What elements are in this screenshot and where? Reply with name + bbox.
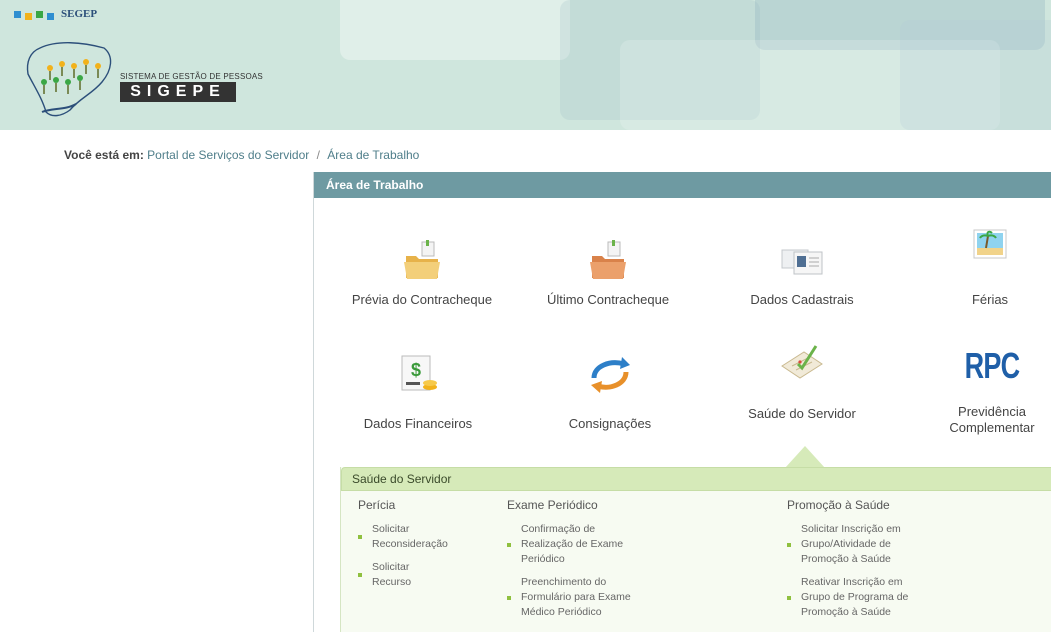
tile-label: Previdência xyxy=(958,404,1026,419)
breadcrumb-link-area[interactable]: Área de Trabalho xyxy=(327,148,419,162)
item-line: Médico Periódico xyxy=(521,606,602,618)
item-line: Solicitar xyxy=(372,561,410,573)
logo-square-icon xyxy=(36,10,43,18)
item-line: Reativar Inscrição em xyxy=(801,576,903,588)
rpc-icon: RPC xyxy=(964,345,1021,386)
breadcrumb-separator: / xyxy=(316,148,320,162)
column-title: Perícia xyxy=(358,498,396,512)
menu-item-confirmacao-exame[interactable]: Confirmação de Realização de Exame Perió… xyxy=(507,522,667,567)
tile-ultimo-contracheque[interactable]: Último Contracheque xyxy=(538,238,678,308)
breadcrumb-prefix: Você está em: xyxy=(64,148,144,162)
sigepe-logo[interactable]: SIGEPE xyxy=(120,82,236,102)
tile-label: Saúde do Servidor xyxy=(748,406,856,421)
menu-item-solicitar-recurso[interactable]: Solicitar Recurso xyxy=(358,560,478,590)
dollar-document-icon: $ xyxy=(401,355,437,391)
menu-item-solicitar-reconsideracao[interactable]: Solicitar Reconsideração xyxy=(358,522,478,552)
tile-previa-contracheque[interactable]: Prévia do Contracheque xyxy=(345,238,499,308)
item-line: Promoção à Saúde xyxy=(801,606,891,618)
refresh-arrows-icon xyxy=(591,357,630,393)
clipboard-check-icon xyxy=(781,345,823,379)
item-line: Recurso xyxy=(372,576,412,588)
id-card-icon xyxy=(781,249,823,275)
item-line: Periódico xyxy=(521,553,565,565)
column-title: Exame Periódico xyxy=(507,498,598,512)
menu-item-solicitar-inscricao[interactable]: Solicitar Inscrição em Grupo/Atividade d… xyxy=(787,522,947,567)
logo-square-icon xyxy=(14,10,21,18)
folder-icon xyxy=(590,240,626,279)
bullet-icon xyxy=(358,573,362,577)
bullet-icon xyxy=(787,595,791,600)
bullet-icon xyxy=(787,542,791,547)
tile-ferias[interactable]: Férias xyxy=(950,222,1030,308)
brazil-map-people-icon xyxy=(26,42,112,117)
submenu-pointer xyxy=(785,446,825,468)
item-line: Reconsideração xyxy=(372,538,448,550)
breadcrumb: Você está em: Portal de Serviços do Serv… xyxy=(64,148,419,162)
tile-saude-servidor[interactable]: Saúde do Servidor xyxy=(738,340,866,422)
tile-previdencia-complementar[interactable]: RPC Previdência Complementar xyxy=(940,344,1044,436)
system-caption: SISTEMA DE GESTÃO DE PESSOAS xyxy=(120,72,263,81)
bullet-icon xyxy=(507,595,511,600)
item-line: Grupo de Programa de xyxy=(801,591,909,603)
tile-label: Prévia do Contracheque xyxy=(351,292,493,307)
tile-dados-cadastrais[interactable]: Dados Cadastrais xyxy=(740,238,864,308)
decorative-pane xyxy=(340,0,570,60)
logo-square-icon xyxy=(25,12,32,20)
tile-label: Último Contracheque xyxy=(546,292,670,307)
tile-label: Dados Financeiros xyxy=(363,416,473,431)
item-line: Confirmação de xyxy=(521,523,596,535)
panel-title: Área de Trabalho xyxy=(314,172,1051,198)
decorative-pane xyxy=(900,20,1051,130)
tile-dados-financeiros[interactable]: $ Dados Financeiros xyxy=(350,352,486,432)
submenu-title: Saúde do Servidor xyxy=(341,467,1051,491)
menu-item-reativar-inscricao[interactable]: Reativar Inscrição em Grupo de Programa … xyxy=(787,575,947,620)
submenu-column-promocao-saude: Promoção à Saúde Solicitar Inscrição em … xyxy=(787,498,947,628)
item-line: Promoção à Saúde xyxy=(801,553,891,565)
beach-picture-icon xyxy=(973,229,1007,259)
item-line: Realização de Exame xyxy=(521,538,624,550)
logo-square-icon xyxy=(47,12,54,20)
bullet-icon xyxy=(358,535,362,539)
tile-consignacoes[interactable]: Consignações xyxy=(560,352,660,432)
submenu-column-pericia: Perícia Solicitar Reconsideração Solicit… xyxy=(358,498,478,598)
breadcrumb-link-portal[interactable]: Portal de Serviços do Servidor xyxy=(147,148,309,162)
bullet-icon xyxy=(507,542,511,547)
svg-text:$: $ xyxy=(411,360,421,380)
segep-label: SEGEP xyxy=(61,8,98,20)
item-line: Preenchimento do xyxy=(521,576,607,588)
folder-icon xyxy=(404,240,440,279)
item-line: Grupo/Atividade de xyxy=(801,538,891,550)
item-line: Solicitar xyxy=(372,523,410,535)
item-line: Formulário para Exame xyxy=(521,591,631,603)
tile-label-line2: Complementar xyxy=(949,420,1035,435)
submenu-column-exame-periodico: Exame Periódico Confirmação de Realizaçã… xyxy=(507,498,667,628)
item-line: Solicitar Inscrição em xyxy=(801,523,901,535)
header-banner: SEGEP SISTEMA DE GESTÃO DE PESSOAS SIGEP… xyxy=(0,0,1051,130)
tile-label: Dados Cadastrais xyxy=(750,292,854,307)
column-title: Promoção à Saúde xyxy=(787,498,890,512)
tile-label: Consignações xyxy=(568,416,652,431)
menu-item-preenchimento-formulario[interactable]: Preenchimento do Formulário para Exame M… xyxy=(507,575,667,620)
segep-logo[interactable]: SEGEP xyxy=(14,8,97,20)
tile-label: Férias xyxy=(971,292,1009,307)
